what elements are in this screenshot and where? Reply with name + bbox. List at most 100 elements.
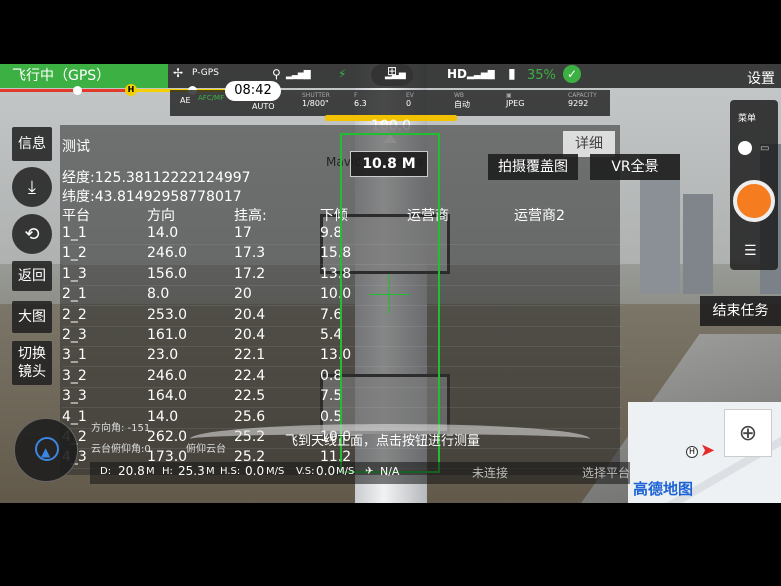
end-task-button[interactable]: 结束任务 xyxy=(700,296,781,326)
direction-cell: 164.0 xyxy=(147,388,188,405)
direction-cell: 14.0 xyxy=(147,408,179,425)
controller-signal-icon: ▂▃▅ xyxy=(385,70,406,80)
info-button[interactable]: 信息 xyxy=(12,127,52,161)
height-cell: 20.4 xyxy=(234,306,266,323)
return-home-button[interactable]: ⟲ xyxy=(12,214,52,254)
crosshair-h xyxy=(369,294,409,295)
latitude: 纬度:43.81492958778017 xyxy=(62,189,242,205)
gimbal-pitch: 云台俯仰角:0 xyxy=(91,444,151,455)
height-cell: 17.3 xyxy=(234,245,266,262)
wb-cell[interactable]: WB 自动 xyxy=(454,92,470,110)
settings-button[interactable]: 设置 xyxy=(747,68,775,88)
shutter-value: 1/800" xyxy=(302,99,329,108)
vr-panorama-button[interactable]: VR全景 xyxy=(590,154,680,180)
aircraft-icon: ✢ xyxy=(173,66,184,80)
photo-mode-icon[interactable] xyxy=(738,141,752,155)
platform-cell: 4_1 xyxy=(62,408,87,425)
direction-cell: 8.0 xyxy=(147,286,170,303)
ae-cell[interactable]: AE xyxy=(180,96,191,105)
direction-cell: 161.0 xyxy=(147,327,188,343)
format-icon: ▣ xyxy=(506,92,512,99)
coverage-button[interactable]: 拍摄覆盖图 xyxy=(488,154,578,180)
h-label: H: xyxy=(162,466,173,477)
height-cell: 17 xyxy=(234,225,252,241)
vs-value: 0.0 xyxy=(316,464,336,478)
tilt-cell: 7.6 xyxy=(320,306,343,323)
return-home-icon: ⟲ xyxy=(24,223,40,245)
measure-frame xyxy=(340,133,440,473)
big-view-button[interactable]: 大图 xyxy=(12,301,52,333)
radar-compass: ▲ xyxy=(14,418,78,482)
flight-status[interactable]: 飞行中（GPS） xyxy=(0,64,168,88)
progress-dot xyxy=(73,86,82,95)
platform-cell: 1_3 xyxy=(62,265,87,282)
shutter-label: SHUTTER xyxy=(302,92,330,99)
shutter-cell[interactable]: SHUTTER 1/800" xyxy=(302,92,330,108)
platform-cell: 2_2 xyxy=(62,306,87,323)
platform-cell: 3_1 xyxy=(62,347,87,364)
platform-cell: 1_2 xyxy=(62,245,87,262)
distance-readout: 10.8 M xyxy=(350,151,428,177)
drone-icon: ✈ xyxy=(365,466,374,477)
vs-unit: M/S xyxy=(336,466,355,477)
platform-cell: 1_1 xyxy=(62,225,87,241)
switch-lens-button[interactable]: 切换 镜头 xyxy=(12,341,52,385)
mode-cell[interactable]: AUTO xyxy=(252,102,275,111)
video-mode-icon[interactable]: ▭ xyxy=(760,143,769,154)
battery-icon: ▮ xyxy=(508,66,516,82)
tilt-cell: 5.4 xyxy=(320,327,343,343)
wb-label: WB xyxy=(454,92,465,99)
measure-hint: 飞到天线正面，点击按钮进行测量 xyxy=(285,434,481,449)
height-cell: 22.1 xyxy=(234,347,266,364)
connection-status: 未连接 xyxy=(472,466,509,480)
direction-cell: 14.0 xyxy=(147,225,179,241)
back-button[interactable]: 返回 xyxy=(12,261,52,291)
aircraft-position-icon: ➤ xyxy=(700,440,716,461)
hs-value: 0.0 xyxy=(245,464,265,478)
heading-angle: 方向角: -151 xyxy=(91,423,151,434)
aperture-value: 6.3 xyxy=(354,99,367,108)
takeoff-button[interactable]: ⤓ xyxy=(12,167,52,207)
capacity-value: 9292 xyxy=(568,99,589,108)
hd-signal-icon: ▂▃▅▇ xyxy=(467,70,495,80)
height-cell: 20.4 xyxy=(234,327,266,343)
platform-cell: 3_3 xyxy=(62,388,87,405)
camera-settings-icon[interactable]: ☰ xyxy=(744,243,757,259)
tilt-cell: 9.8 xyxy=(320,225,343,241)
af-mf-cell[interactable]: AFC/MF xyxy=(198,94,224,102)
h-unit: M xyxy=(206,466,215,477)
format-value: JPEG xyxy=(506,99,525,108)
hs-label: H.S: xyxy=(220,466,241,477)
aperture-label: F xyxy=(354,92,358,99)
signal-bars-icon: ▂▃▅▇ xyxy=(286,70,311,80)
vs-label: V.S: xyxy=(296,466,315,477)
takeoff-icon: ⤓ xyxy=(28,176,36,198)
af-mf-label: AFC/MF xyxy=(198,94,225,102)
platform-cell: 2_1 xyxy=(62,286,87,303)
pitch-gimbal-label: 俯仰云台 xyxy=(186,444,226,455)
d-unit: M xyxy=(146,466,155,477)
shutter-button[interactable] xyxy=(733,180,775,222)
format-cell[interactable]: ▣ JPEG xyxy=(506,92,524,108)
hs-unit: M/S xyxy=(266,466,285,477)
longitude: 经度:125.38112222124997 xyxy=(62,170,251,186)
ev-label: EV xyxy=(406,92,414,99)
camera-view: 飞行中（GPS） H ✢ P-GPS ⚲ ▂▃▅▇ ⚡ ⊞ ▂▃▅ HD ▂▃▅… xyxy=(0,64,781,503)
select-platform[interactable]: 选择平台 xyxy=(582,464,630,481)
battery-percent: 35% xyxy=(527,68,556,83)
direction-cell: 253.0 xyxy=(147,306,188,323)
capacity-cell: CAPACITY 9292 xyxy=(568,92,597,108)
tilt-cell: 0.5 xyxy=(320,408,343,425)
remote-signal-icon: ⚡ xyxy=(338,67,347,81)
menu-label[interactable]: 菜单 xyxy=(738,111,756,124)
col-height: 挂高: xyxy=(234,208,267,224)
height-cell: 25.6 xyxy=(234,408,266,425)
locate-button[interactable]: ⊕ xyxy=(724,409,772,457)
height-cell: 22.4 xyxy=(234,367,266,384)
ev-value: 0 xyxy=(406,99,412,108)
height-cell: 22.5 xyxy=(234,388,266,405)
ev-cell[interactable]: EV 0 xyxy=(406,92,414,108)
aperture-cell[interactable]: F 6.3 xyxy=(354,92,367,108)
direction-cell: 246.0 xyxy=(147,245,188,262)
telemetry-bar: D: 20.8 M H: 25.3 M H.S: 0.0 M/S V.S: 0.… xyxy=(90,462,630,484)
